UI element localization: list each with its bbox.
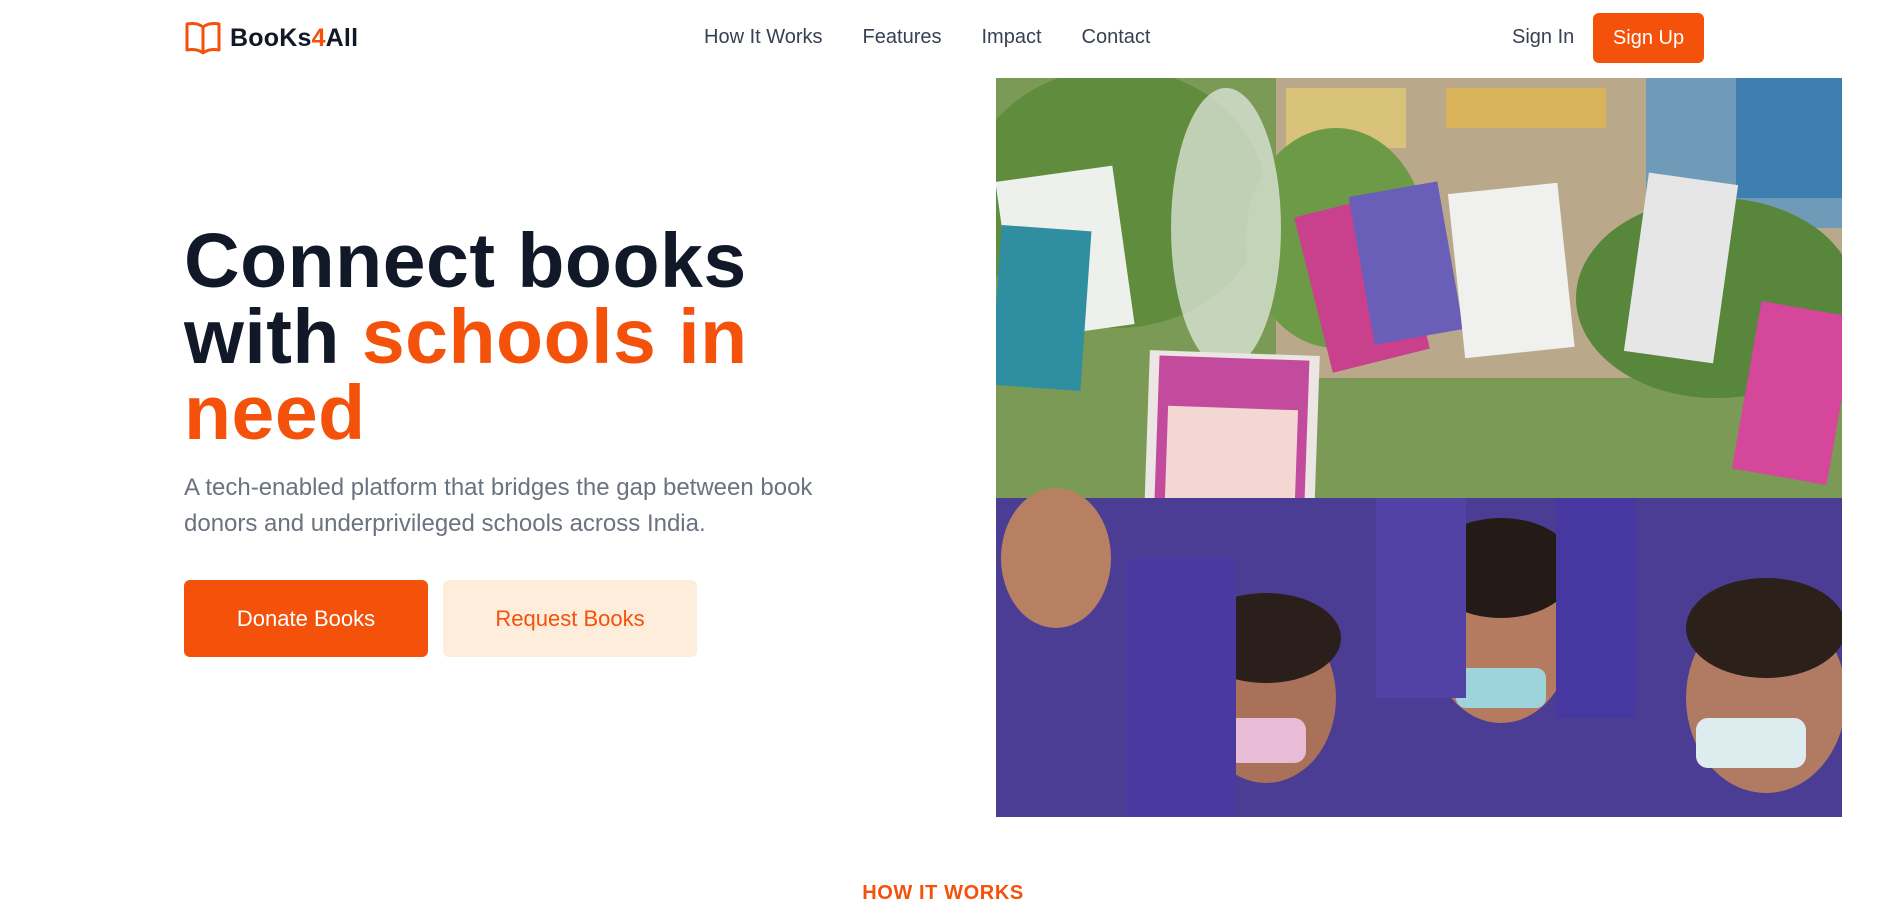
open-book-icon (184, 20, 222, 56)
main-nav: How It Works Features Impact Contact (704, 26, 1150, 49)
how-it-works-kicker: HOW IT WORKS (862, 882, 1024, 904)
nav-link-features[interactable]: Features (863, 26, 942, 49)
brand-name: BooKs4All (230, 23, 359, 52)
hero-photo (996, 78, 1842, 817)
hero-title: Connect books with schools in need (184, 218, 748, 456)
sign-in-link[interactable]: Sign In (1512, 26, 1574, 49)
hero-subtitle: A tech-enabled platform that bridges the… (184, 474, 813, 537)
sign-up-button[interactable]: Sign Up (1593, 13, 1704, 63)
nav-link-how-it-works[interactable]: How It Works (704, 26, 823, 49)
students-holding-books-photo (996, 78, 1842, 817)
nav-link-impact[interactable]: Impact (981, 26, 1041, 49)
donate-books-button[interactable]: Donate Books (184, 580, 428, 657)
request-books-button[interactable]: Request Books (443, 580, 697, 657)
brand-logo[interactable]: BooKs4All (184, 20, 358, 56)
nav-link-contact[interactable]: Contact (1082, 26, 1151, 49)
top-navbar: BooKs4All How It Works Features Impact C… (0, 0, 1886, 78)
